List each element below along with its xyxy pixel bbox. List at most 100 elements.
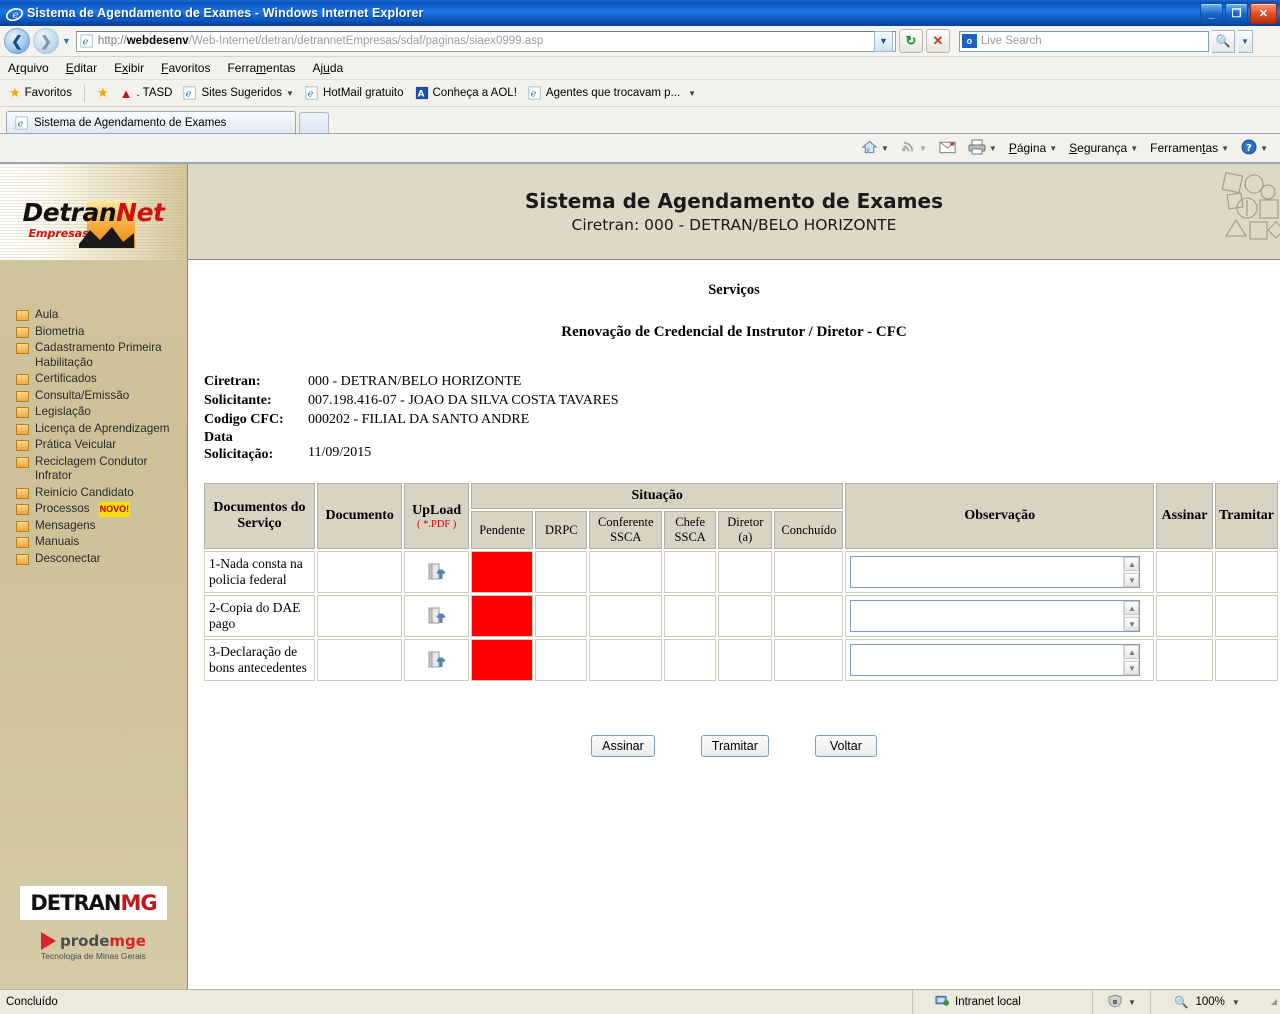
- cell-assinar[interactable]: [1156, 551, 1213, 593]
- stop-button[interactable]: ✕: [925, 29, 950, 53]
- refresh-button[interactable]: ↻: [898, 29, 923, 53]
- address-chevron-down-icon[interactable]: ▼: [873, 30, 893, 52]
- observacao-textarea[interactable]: ▲ ▼: [850, 600, 1141, 632]
- security-zone[interactable]: Intranet local: [913, 990, 1093, 1014]
- scroll-up-icon[interactable]: ▲: [1124, 557, 1140, 571]
- cell-upload[interactable]: [404, 551, 469, 593]
- print-button[interactable]: ▼: [964, 137, 1001, 160]
- url-input[interactable]: e http://webdesenv/Web-Internet/detran/d…: [75, 30, 896, 52]
- cell-upload[interactable]: [404, 595, 469, 637]
- favorite-item-hotmail[interactable]: e HotMail gratuito: [302, 85, 407, 101]
- menu-item-ferramentas[interactable]: Ferramentas: [227, 61, 295, 75]
- scroll-down-icon[interactable]: ▼: [1124, 661, 1140, 675]
- sidebar-item-desconectar[interactable]: Desconectar: [0, 551, 187, 568]
- favorite-item-agentes[interactable]: e Agentes que trocavam p...: [525, 85, 683, 101]
- search-provider-chevron-down-icon[interactable]: ▼: [1237, 29, 1253, 53]
- sidebar-item-biometria[interactable]: Biometria: [0, 324, 187, 341]
- favorites-overflow-chevron-down-icon[interactable]: ▼: [688, 89, 696, 98]
- scroll-down-icon[interactable]: ▼: [1124, 573, 1140, 587]
- zoom-control[interactable]: 🔍 100% ▼: [1151, 990, 1263, 1014]
- page-menu-button[interactable]: Página ▼: [1005, 139, 1061, 157]
- help-button[interactable]: ? ▼: [1237, 137, 1272, 160]
- search-input[interactable]: o Live Search: [958, 30, 1209, 52]
- favorite-item-sites-sugeridos[interactable]: e Sites Sugeridos ▼: [180, 85, 296, 101]
- menu-item-arquivo[interactable]: Arquivo: [8, 61, 49, 75]
- tab-sistema-agendamento[interactable]: e Sistema de Agendamento de Exames: [6, 111, 296, 133]
- voltar-button[interactable]: Voltar: [814, 735, 877, 757]
- folder-icon: [16, 343, 29, 354]
- chevron-down-icon[interactable]: ▼: [1128, 998, 1136, 1007]
- scroll-down-icon[interactable]: ▼: [1124, 617, 1140, 631]
- sidebar-item-legislacao[interactable]: Legislação: [0, 404, 187, 421]
- restore-button[interactable]: ❐: [1225, 3, 1248, 24]
- upload-file-icon[interactable]: [409, 651, 464, 669]
- add-favorite-button[interactable]: ★: [94, 84, 112, 102]
- chevron-down-icon[interactable]: ▼: [1221, 144, 1229, 153]
- cell-upload[interactable]: [404, 639, 469, 681]
- chevron-down-icon[interactable]: ▼: [1232, 998, 1240, 1007]
- observacao-text[interactable]: [851, 557, 1123, 587]
- chevron-down-icon[interactable]: ▼: [1130, 144, 1138, 153]
- feeds-button[interactable]: ▼: [897, 137, 931, 159]
- chevron-down-icon[interactable]: ▼: [989, 144, 997, 153]
- cell-observacao[interactable]: ▲ ▼: [845, 551, 1155, 593]
- cell-assinar[interactable]: [1156, 639, 1213, 681]
- mail-button[interactable]: [935, 138, 960, 159]
- sidebar-item-pratica-veicular[interactable]: Prática Veicular: [0, 437, 187, 454]
- observacao-textarea[interactable]: ▲ ▼: [850, 556, 1141, 588]
- sidebar-item-certificados[interactable]: Certificados: [0, 371, 187, 388]
- upload-file-icon[interactable]: [409, 563, 464, 581]
- info-value: 000202 - FILIAL DA SANTO ANDRE: [308, 412, 530, 427]
- recent-pages-chevron-down-icon[interactable]: ▼: [62, 36, 71, 46]
- resize-grip[interactable]: ◢: [1263, 997, 1280, 1008]
- cell-observacao[interactable]: ▲ ▼: [845, 639, 1155, 681]
- sidebar-item-mensagens[interactable]: Mensagens: [0, 518, 187, 535]
- sidebar-item-reinicio-candidato[interactable]: Reinício Candidato: [0, 485, 187, 502]
- search-go-button[interactable]: 🔍: [1211, 29, 1235, 53]
- sidebar-item-reciclagem-condutor-infrator[interactable]: Reciclagem Condutor Infrator: [0, 454, 187, 485]
- forward-arrow-icon[interactable]: ❯: [33, 28, 59, 54]
- chevron-down-icon[interactable]: ▼: [1049, 144, 1057, 153]
- new-tab-button[interactable]: [299, 112, 329, 133]
- tools-menu-button[interactable]: Ferramentas ▼: [1146, 139, 1233, 157]
- favorite-item-aol[interactable]: A Conheça a AOL!: [412, 85, 520, 101]
- chevron-down-icon[interactable]: ▼: [881, 144, 889, 153]
- menu-item-ajuda[interactable]: Ajuda: [313, 61, 344, 75]
- cell-tramitar[interactable]: [1214, 595, 1278, 637]
- sidebar-item-processos[interactable]: Processos NOVO!: [0, 501, 187, 518]
- home-button[interactable]: ▼: [857, 137, 893, 160]
- favorite-item-tasd[interactable]: ▲ . TASD: [117, 85, 176, 102]
- chevron-down-icon[interactable]: ▼: [286, 89, 294, 98]
- observacao-text[interactable]: [851, 645, 1123, 675]
- protected-mode[interactable]: ▼: [1093, 990, 1151, 1014]
- observacao-text[interactable]: [851, 601, 1123, 631]
- scroll-up-icon[interactable]: ▲: [1124, 645, 1140, 659]
- observacao-textarea[interactable]: ▲ ▼: [850, 644, 1141, 676]
- chevron-down-icon[interactable]: ▼: [919, 144, 927, 153]
- menu-item-exibir[interactable]: Exibir: [114, 61, 144, 75]
- scroll-up-icon[interactable]: ▲: [1124, 601, 1140, 615]
- tramitar-button[interactable]: Tramitar: [700, 735, 769, 757]
- observacao-scrollbar[interactable]: ▲ ▼: [1123, 601, 1140, 631]
- favorites-button[interactable]: ★ Favoritos: [6, 84, 75, 102]
- sidebar-item-consulta-emissao[interactable]: Consulta/Emissão: [0, 388, 187, 405]
- security-menu-button[interactable]: Segurança ▼: [1065, 139, 1142, 157]
- sidebar-item-licenca-de-aprendizagem[interactable]: Licença de Aprendizagem: [0, 421, 187, 438]
- observacao-scrollbar[interactable]: ▲ ▼: [1123, 645, 1140, 675]
- menu-item-favoritos[interactable]: Favoritos: [161, 61, 210, 75]
- assinar-button[interactable]: Assinar: [591, 735, 655, 757]
- observacao-scrollbar[interactable]: ▲ ▼: [1123, 557, 1140, 587]
- cell-assinar[interactable]: [1156, 595, 1213, 637]
- back-arrow-icon[interactable]: ❮: [4, 28, 30, 54]
- sidebar-item-aula[interactable]: Aula: [0, 307, 187, 324]
- upload-file-icon[interactable]: [409, 607, 464, 625]
- cell-tramitar[interactable]: [1214, 639, 1278, 681]
- close-button[interactable]: ✕: [1250, 3, 1277, 24]
- sidebar-item-manuais[interactable]: Manuais: [0, 534, 187, 551]
- sidebar-item-cadastramento-primeira-habilitacao[interactable]: Cadastramento Primeira Habilitação: [0, 340, 187, 371]
- minimize-button[interactable]: _: [1200, 3, 1223, 24]
- cell-tramitar[interactable]: [1214, 551, 1278, 593]
- cell-observacao[interactable]: ▲ ▼: [845, 595, 1155, 637]
- menu-item-editar[interactable]: Editar: [66, 61, 97, 75]
- chevron-down-icon[interactable]: ▼: [1260, 144, 1268, 153]
